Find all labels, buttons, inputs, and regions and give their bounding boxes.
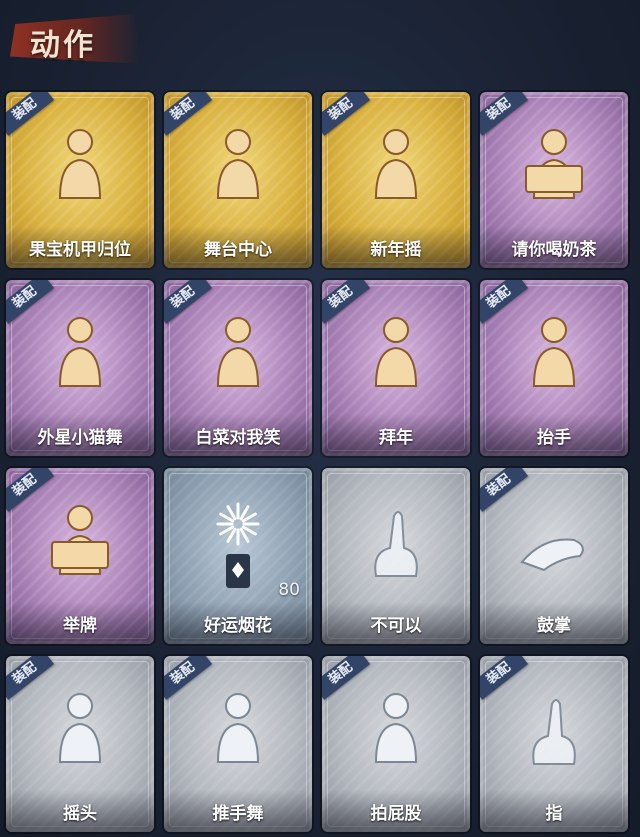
- figure-clap-icon: [346, 120, 446, 220]
- emote-card[interactable]: 装配 摇头: [6, 656, 154, 832]
- emote-label: 举牌: [63, 616, 97, 636]
- emote-card[interactable]: 装配 抬手: [480, 280, 628, 456]
- emote-label: 拍屁股: [370, 804, 422, 824]
- emote-card[interactable]: 装配 拍屁股: [322, 656, 470, 832]
- emote-label: 请你喝奶茶: [511, 240, 597, 260]
- emote-card[interactable]: 装配 白菜对我笑: [164, 280, 312, 456]
- emote-label: 舞台中心: [204, 240, 272, 260]
- figure-raise-hand-icon: [504, 308, 604, 408]
- emote-card[interactable]: 装配 请你喝奶茶: [480, 92, 628, 268]
- figure-pose-icon: [188, 120, 288, 220]
- figure-hold-sign-icon: [30, 496, 130, 596]
- emote-card[interactable]: 好运烟花 80: [164, 468, 312, 644]
- emote-label: 抬手: [537, 428, 571, 448]
- item-count: 80: [278, 580, 300, 600]
- figure-hands-chest-icon: [30, 120, 130, 220]
- emote-label: 外星小猫舞: [37, 428, 123, 448]
- figure-sign-icon: [504, 120, 604, 220]
- emote-card[interactable]: 装配 鼓掌: [480, 468, 628, 644]
- header: 动作: [0, 0, 640, 80]
- clap-hands-icon: [504, 496, 604, 596]
- emote-card[interactable]: 装配 举牌: [6, 468, 154, 644]
- emote-card[interactable]: 装配 新年摇: [322, 92, 470, 268]
- emote-label: 摇头: [63, 804, 97, 824]
- figure-bow-icon: [346, 308, 446, 408]
- emote-card[interactable]: 装配 外星小猫舞: [6, 280, 154, 456]
- emote-label: 白菜对我笑: [195, 428, 281, 448]
- emote-label: 不可以: [370, 616, 422, 636]
- emote-card[interactable]: 装配指: [480, 656, 628, 832]
- emote-card[interactable]: 装配 果宝机甲归位: [6, 92, 154, 268]
- finger-wag-icon: [346, 496, 446, 596]
- firework-icon: [188, 496, 288, 596]
- emote-label: 拜年: [379, 428, 413, 448]
- emote-label: 新年摇: [370, 240, 422, 260]
- emote-label: 好运烟花: [204, 616, 272, 636]
- figure-shake-head-icon: [30, 684, 130, 784]
- emote-card[interactable]: 装配 舞台中心: [164, 92, 312, 268]
- figure-cat-dance-icon: [30, 308, 130, 408]
- emote-card[interactable]: 装配 拜年: [322, 280, 470, 456]
- emote-label: 推手舞: [212, 804, 264, 824]
- pointing-hand-icon: [504, 684, 604, 784]
- page-title: 动作: [30, 28, 96, 63]
- emote-label: 指: [545, 804, 563, 824]
- figure-bend-icon: [346, 684, 446, 784]
- emote-label: 鼓掌: [537, 616, 571, 636]
- emote-grid: 装配 果宝机甲归位 装配 舞台中心 装配 新年摇 装配 请你喝奶茶装配 外星小猫舞 装配 白菜对我笑…: [0, 86, 640, 837]
- emote-label: 果宝机甲归位: [29, 240, 131, 260]
- emote-card[interactable]: 装配 推手舞: [164, 656, 312, 832]
- emote-card[interactable]: 不可以: [322, 468, 470, 644]
- figure-cat-dance-icon: [188, 308, 288, 408]
- figure-push-dance-icon: [188, 684, 288, 784]
